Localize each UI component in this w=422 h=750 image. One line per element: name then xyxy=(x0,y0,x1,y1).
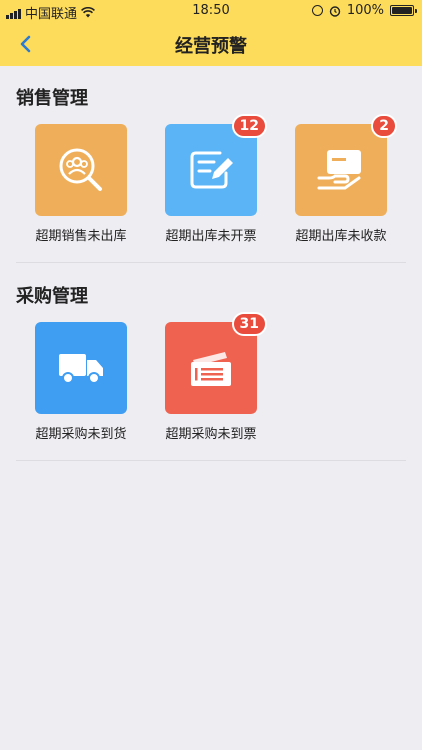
battery-percent: 100% xyxy=(346,3,384,18)
item-label: 超期采购未到货 xyxy=(35,427,127,442)
overdue-purchase-undelivered-button[interactable]: 超期采购未到货 xyxy=(16,322,146,442)
section-title: 采购管理 xyxy=(16,286,88,307)
item-label: 超期出库未收款 xyxy=(295,229,387,244)
section-title: 销售管理 xyxy=(16,88,88,109)
alarm-icon xyxy=(329,5,341,17)
notification-badge: 31 xyxy=(231,312,267,336)
notification-badge: 2 xyxy=(371,114,397,138)
nav-bar: 经营预警 xyxy=(0,22,422,66)
item-label: 超期出库未开票 xyxy=(165,229,257,244)
delivery-truck-icon xyxy=(59,354,103,384)
tile: 12 xyxy=(165,114,267,216)
orientation-lock-icon xyxy=(311,5,323,16)
status-right: 100% xyxy=(311,3,417,18)
tile xyxy=(35,322,127,414)
overdue-purchase-uninvoiced-button[interactable]: 31 超期采购未到票 xyxy=(146,312,276,442)
payment-hand-icon xyxy=(317,150,361,190)
status-bar: 中国联通 18:50 100% xyxy=(0,0,422,22)
tile xyxy=(35,124,127,216)
tile: 31 xyxy=(165,312,267,414)
section-divider xyxy=(16,460,406,461)
app-header: 中国联通 18:50 100% 经营预警 xyxy=(0,0,422,66)
overdue-shipped-uninvoiced-button[interactable]: 12 超期出库未开票 xyxy=(146,114,276,244)
customer-search-icon xyxy=(59,148,102,191)
edit-document-icon xyxy=(190,151,233,189)
overdue-sales-unshipped-button[interactable]: 超期销售未出库 xyxy=(16,124,146,244)
overdue-shipped-unpaid-button[interactable]: 2 超期出库未收款 xyxy=(276,114,406,244)
section-divider xyxy=(16,262,406,263)
tile: 2 xyxy=(295,114,397,216)
item-label: 超期采购未到票 xyxy=(165,427,257,442)
item-label: 超期销售未出库 xyxy=(35,229,127,244)
page-title: 经营预警 xyxy=(175,36,247,57)
notification-badge: 12 xyxy=(231,114,267,138)
battery-icon xyxy=(390,5,417,16)
invoice-tickets-icon xyxy=(191,352,231,386)
